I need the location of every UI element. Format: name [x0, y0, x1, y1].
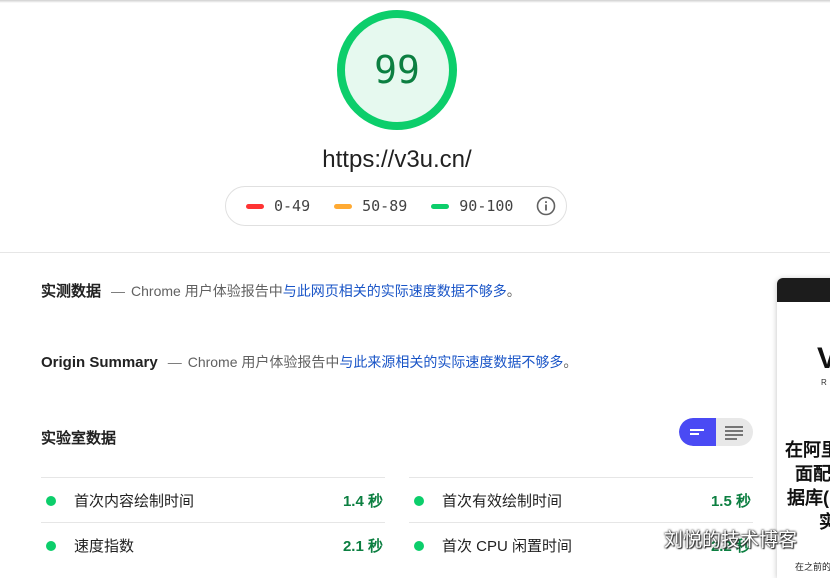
side-card-sub: R [821, 378, 827, 387]
metric-row: 速度指数 2.1 秒 [41, 522, 385, 568]
header-divider [0, 252, 830, 253]
wechat-icon [625, 526, 656, 550]
legend-label: 0-49 [274, 197, 311, 215]
origin-summary-prefix: Chrome 用户体验报告中 [187, 354, 340, 370]
pass-dot-icon [414, 540, 424, 551]
legend-label: 50-89 [362, 197, 408, 215]
legend-item-fail: 0-49 [246, 197, 310, 215]
side-card-logo: V [817, 342, 830, 375]
legend-label: 90-100 [459, 197, 514, 215]
legend-item-pass: 90-100 [431, 197, 513, 215]
field-data-link[interactable]: 与此网页相关的实际速度数据不够多 [283, 283, 507, 299]
performance-score: 99 [374, 48, 420, 92]
legend-swatch [431, 203, 450, 209]
watermark: 刘悦的技术博客 [624, 524, 797, 552]
view-toggle[interactable] [679, 418, 753, 446]
pass-dot-icon [414, 495, 424, 506]
lab-data-title: 实验室数据 [41, 430, 117, 447]
legend-swatch [246, 203, 264, 209]
metric-row: 首次有效绘制时间 1.5 秒 [409, 477, 753, 523]
side-card-line: 在阿里 [785, 440, 830, 460]
origin-summary-suffix: 。 [563, 354, 578, 370]
origin-summary-row: Origin Summary — Chrome 用户体验报告中与此来源相关的实际速度… [41, 352, 577, 372]
metric-name: 首次有效绘制时间 [442, 493, 563, 510]
list-view-button[interactable] [716, 418, 753, 446]
watermark-text: 刘悦的技术博客 [664, 529, 798, 551]
bar-view-icon [690, 429, 704, 435]
legend-swatch [334, 203, 353, 209]
performance-score-gauge: 99 [337, 10, 457, 130]
bar-view-button[interactable] [679, 418, 716, 446]
field-data-row: 实测数据 — Chrome 用户体验报告中与此网页相关的实际速度数据不够多。 [41, 280, 521, 301]
pass-dot-icon [46, 540, 56, 551]
metric-value: 2.1 秒 [342, 538, 383, 555]
origin-summary-title: Origin Summary [41, 354, 158, 371]
side-card-header [777, 278, 830, 302]
side-card-line: 据库( [787, 488, 829, 508]
field-data-prefix: Chrome 用户体验报告中 [131, 283, 283, 299]
origin-summary-dash: — [167, 354, 182, 370]
metric-value: 1.4 秒 [342, 493, 383, 510]
field-data-title: 实测数据 [41, 283, 102, 300]
field-data-dash: — [111, 283, 126, 299]
page-url: https://v3u.cn/ [322, 146, 472, 173]
side-card-line: 实 [819, 512, 830, 532]
list-view-icon [725, 426, 743, 440]
metric-name: 速度指数 [74, 538, 135, 555]
metric-row: 首次内容绘制时间 1.4 秒 [41, 477, 385, 523]
legend-item-average: 50-89 [334, 197, 407, 215]
pass-dot-icon [46, 495, 56, 506]
top-shadow [0, 0, 830, 3]
score-legend: 0-49 50-89 90-100 [225, 186, 567, 226]
origin-summary-link[interactable]: 与此来源相关的实际速度数据不够多 [339, 354, 563, 370]
metric-value: 1.5 秒 [710, 493, 751, 510]
field-data-suffix: 。 [506, 283, 521, 299]
side-card-line: 面配 [795, 464, 830, 484]
side-card-small: 在之前的 [795, 562, 830, 572]
info-icon[interactable] [536, 196, 556, 216]
metric-name: 首次内容绘制时间 [74, 493, 195, 510]
